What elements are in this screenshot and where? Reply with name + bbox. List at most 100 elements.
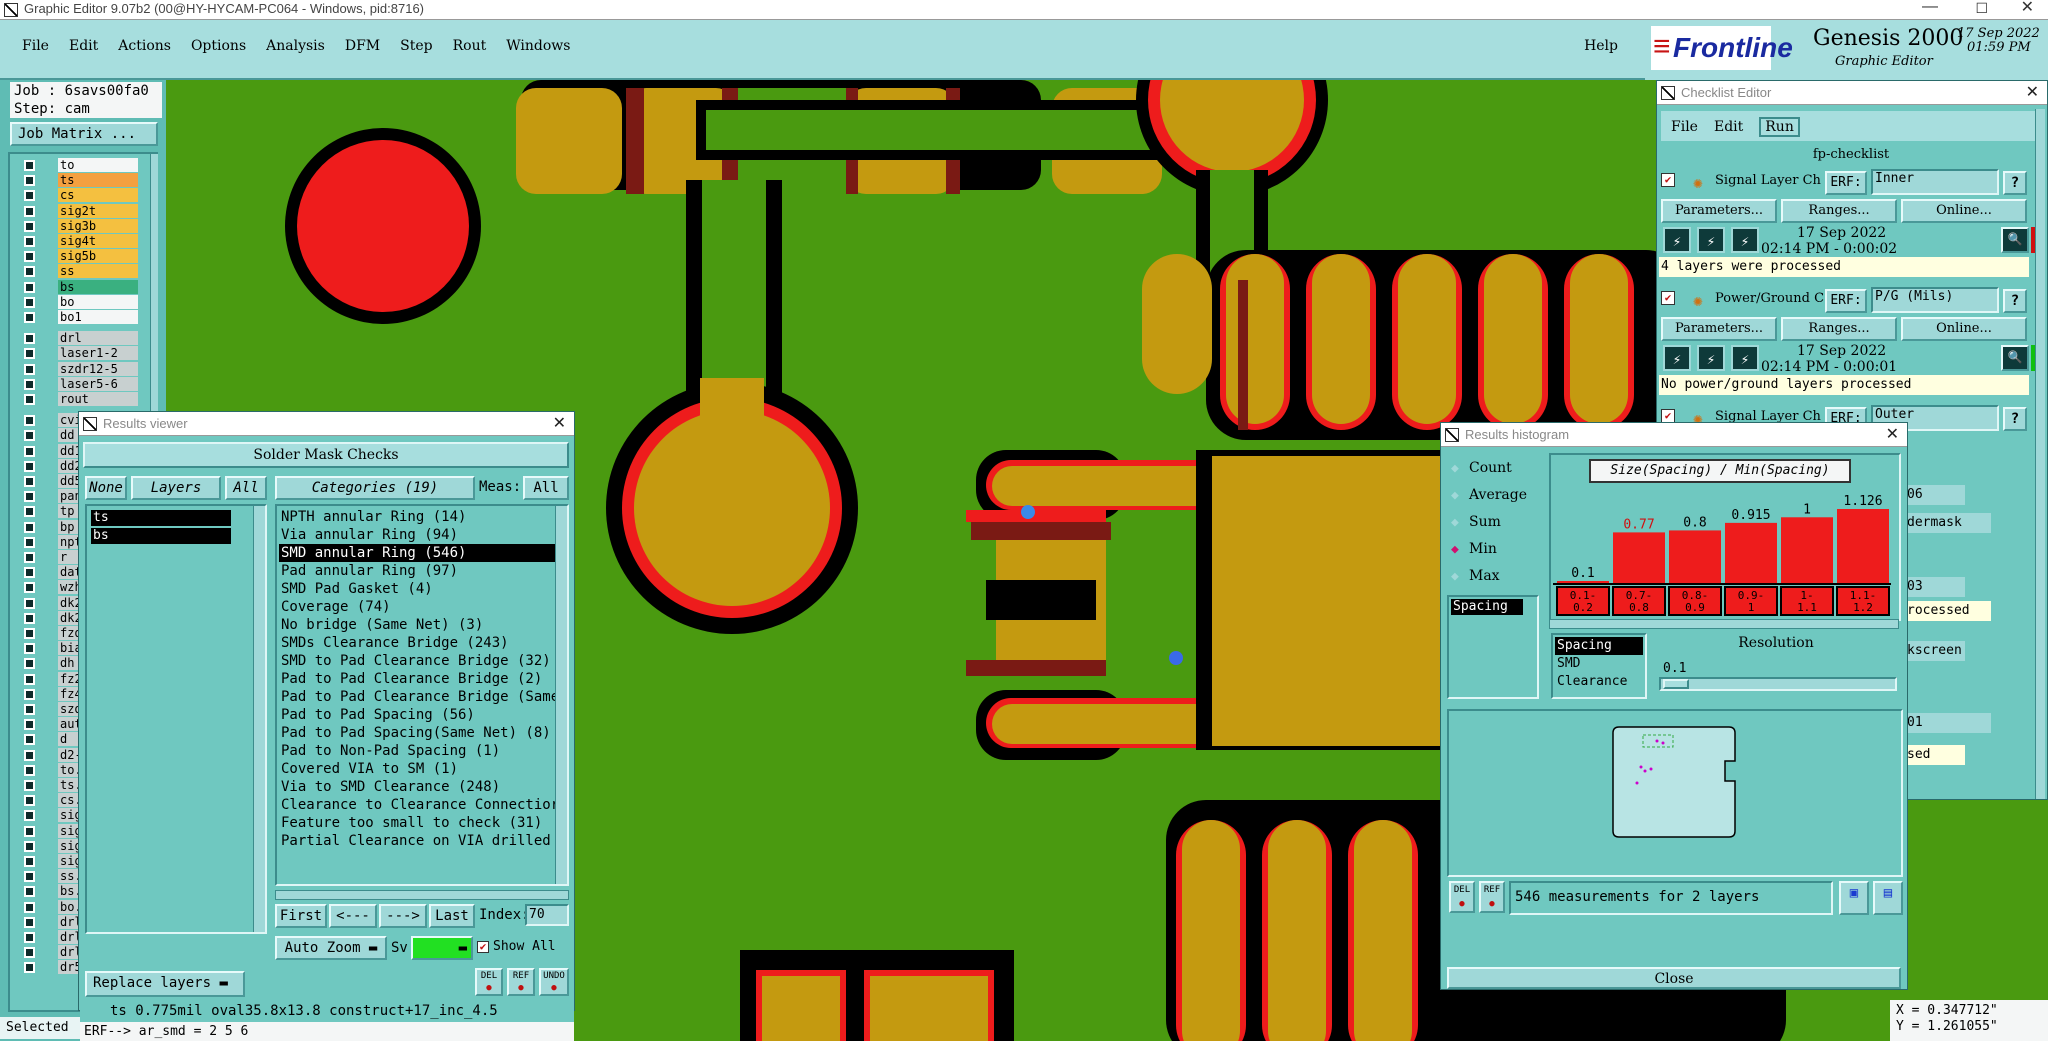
layer-checkbox[interactable]: [24, 348, 35, 360]
category-item[interactable]: SMD to Pad Clearance Bridge (32): [279, 652, 555, 670]
layer-row[interactable]: laser5-6: [22, 376, 140, 392]
category-item[interactable]: Feature too small to check (31): [279, 814, 555, 832]
zoom-fit-icon[interactable]: ▣: [1839, 881, 1869, 915]
layer-checkbox[interactable]: [24, 856, 35, 867]
category-item[interactable]: Pad annular Ring (97): [279, 562, 555, 580]
close-icon[interactable]: ✕: [2021, 0, 2034, 17]
category-item[interactable]: Pad to Non-Pad Spacing (1): [279, 742, 555, 760]
layer-checkbox[interactable]: [24, 962, 35, 974]
undo-button[interactable]: UNDO ●: [539, 968, 569, 996]
category-scrollbar[interactable]: [555, 506, 567, 884]
category-item[interactable]: Via to SMD Clearance (248): [279, 778, 555, 796]
parameters-button[interactable]: Parameters...: [1661, 317, 1777, 341]
measure-item[interactable]: Spacing: [1451, 599, 1523, 615]
checklist-scrollbar[interactable]: [2035, 109, 2045, 799]
layer-checkbox[interactable]: [24, 552, 35, 563]
auto-zoom-select[interactable]: Auto Zoom ▬: [275, 936, 387, 960]
layer-checkbox[interactable]: [24, 476, 35, 487]
menu-actions[interactable]: Actions: [118, 38, 171, 54]
help-icon[interactable]: ?: [2003, 171, 2027, 195]
minimize-icon[interactable]: —: [1922, 0, 1938, 16]
ranges-button[interactable]: Ranges...: [1781, 317, 1897, 341]
categories-button[interactable]: Categories (19): [275, 476, 475, 500]
menu-edit[interactable]: Edit: [69, 38, 98, 54]
ref-button[interactable]: REF ●: [507, 968, 535, 996]
prev-button[interactable]: <---: [329, 904, 377, 928]
category-item[interactable]: SMD Pad Gasket (4): [279, 580, 555, 598]
layer-checkbox[interactable]: [24, 312, 35, 323]
close-icon[interactable]: ✕: [1886, 423, 1899, 447]
help-icon[interactable]: ?: [2003, 289, 2027, 313]
category-item[interactable]: SMDs Clearance Bridge (243): [279, 634, 555, 652]
zoom-icon[interactable]: 🔍: [2001, 227, 2029, 253]
layer-checkbox[interactable]: [24, 810, 35, 822]
show-all-checkbox[interactable]: ✔: [477, 941, 489, 953]
menu-analysis[interactable]: Analysis: [266, 38, 325, 54]
layer-checkbox[interactable]: [24, 597, 35, 609]
next-button[interactable]: --->: [379, 904, 427, 928]
layer-checkbox[interactable]: [24, 734, 35, 746]
histogram-bar[interactable]: [1669, 530, 1721, 583]
layer-row[interactable]: ts: [22, 173, 140, 188]
layer-checkbox[interactable]: [24, 871, 35, 883]
zoom-window-icon[interactable]: ▤: [1873, 881, 1903, 915]
category-item[interactable]: No bridge (Same Net) (3): [279, 616, 555, 634]
layer-checkbox[interactable]: [24, 658, 35, 670]
chart-scrollbar[interactable]: [1549, 619, 1899, 629]
layer-checkbox[interactable]: [24, 160, 35, 171]
preview-ref-button[interactable]: REF ●: [1479, 881, 1505, 913]
maximize-icon[interactable]: ☐: [1975, 0, 1988, 17]
layer-checkbox[interactable]: [24, 521, 35, 533]
layer-checkbox[interactable]: [24, 205, 35, 217]
mode-radio-count[interactable]: ◆ Count: [1447, 457, 1543, 484]
category-item[interactable]: Pad to Pad Spacing(Same Net) (8): [279, 724, 555, 742]
info-item[interactable]: Clearance: [1555, 673, 1643, 691]
category-item[interactable]: Pad to Pad Clearance Bridge (Same: [279, 688, 555, 706]
menu-options[interactable]: Options: [191, 38, 246, 54]
zoom-icon[interactable]: 🔍: [2001, 345, 2029, 371]
resolution-slider[interactable]: [1659, 677, 1897, 691]
mode-radio-min[interactable]: ◆ Min: [1447, 538, 1543, 565]
layer-checkbox[interactable]: [24, 333, 35, 345]
run-step-icon[interactable]: ⚡: [1697, 227, 1725, 253]
sv-color-select[interactable]: ▬: [411, 936, 473, 960]
layer-checkbox[interactable]: [24, 749, 35, 761]
category-item[interactable]: Partial Clearance on VIA drilled: [279, 832, 555, 850]
layer-checkbox[interactable]: [24, 719, 35, 731]
layer-checkbox[interactable]: [24, 795, 35, 807]
layer-checkbox[interactable]: [24, 236, 35, 247]
layer-checkbox[interactable]: [24, 363, 35, 375]
checklist-menu-file[interactable]: File: [1671, 119, 1698, 135]
layer-checkbox[interactable]: [24, 643, 35, 655]
histogram-bar[interactable]: [1781, 517, 1833, 583]
run-icon[interactable]: ⚡: [1663, 345, 1691, 371]
layer-checkbox[interactable]: [24, 628, 35, 639]
last-button[interactable]: Last: [429, 904, 475, 928]
erf-value[interactable]: P/G (Mils): [1871, 287, 1999, 313]
menu-help[interactable]: Help: [1584, 38, 1618, 54]
action-checkbox[interactable]: ✔: [1661, 291, 1675, 305]
layer-checkbox[interactable]: [24, 394, 35, 405]
close-button[interactable]: Close: [1447, 967, 1901, 989]
layer-row[interactable]: rout: [22, 392, 140, 407]
info-item[interactable]: SMD: [1555, 655, 1643, 673]
layer-checkbox[interactable]: [24, 536, 35, 548]
category-item[interactable]: SMD annular Ring (546): [279, 544, 555, 562]
parameters-button[interactable]: Parameters...: [1661, 199, 1777, 223]
layer-checkbox[interactable]: [24, 764, 35, 776]
layer-checkbox[interactable]: [24, 296, 35, 308]
all-button[interactable]: All: [225, 476, 267, 500]
layer-row[interactable]: bo1: [22, 310, 140, 325]
category-item[interactable]: Clearance to Clearance Connectior: [279, 796, 555, 814]
menu-windows[interactable]: Windows: [506, 38, 570, 54]
erf-value[interactable]: Inner: [1871, 169, 1999, 195]
layer-checkbox[interactable]: [24, 445, 35, 457]
layer-checkbox[interactable]: [24, 901, 35, 913]
layer-row[interactable]: sig5b: [22, 249, 140, 264]
none-button[interactable]: None: [85, 476, 127, 500]
run-step-icon[interactable]: ⚡: [1697, 345, 1725, 371]
meas-select[interactable]: All: [523, 476, 569, 500]
layer-row[interactable]: szdr12-5: [22, 361, 140, 377]
layer-row[interactable]: sig3b: [22, 218, 140, 234]
menu-rout[interactable]: Rout: [453, 38, 487, 54]
